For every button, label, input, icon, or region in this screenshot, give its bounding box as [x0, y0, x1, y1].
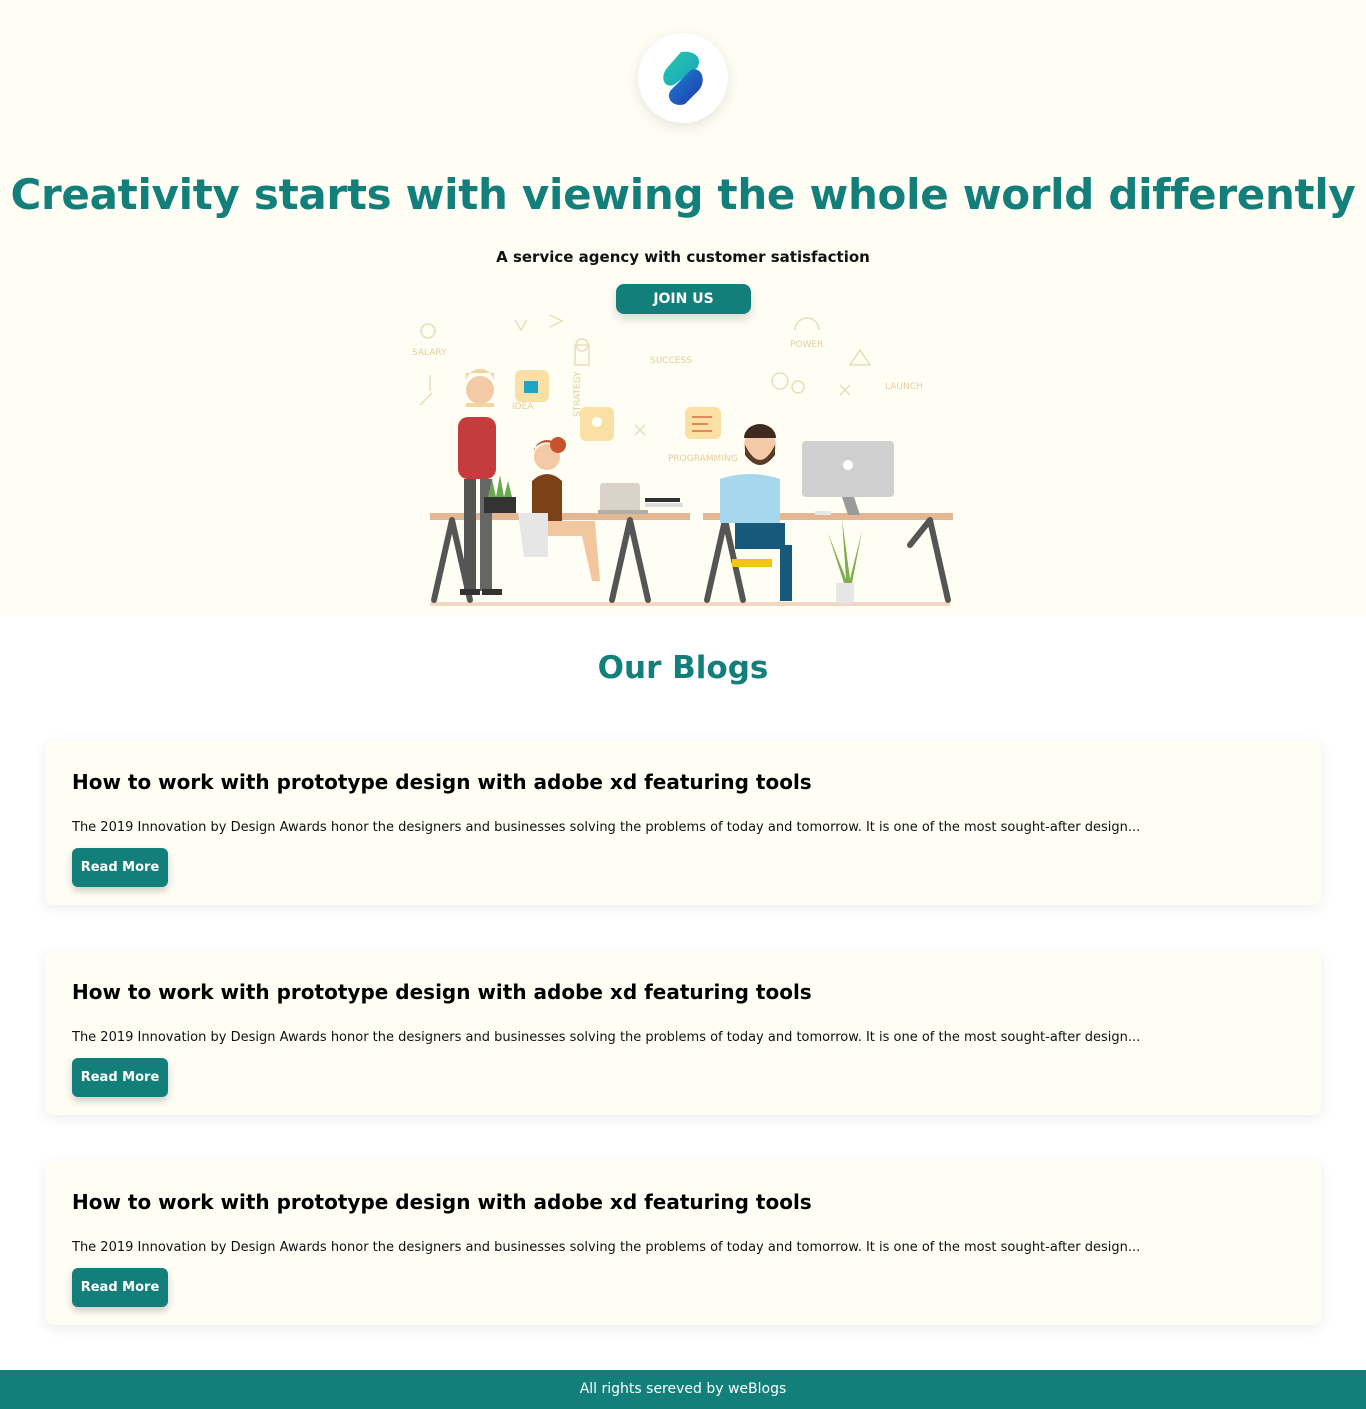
blog-card: How to work with prototype design with a…: [45, 951, 1321, 1115]
hero-title: Creativity starts with viewing the whole…: [10, 170, 1356, 219]
blog-excerpt: The 2019 Innovation by Design Awards hon…: [72, 1030, 1141, 1045]
blog-title[interactable]: How to work with prototype design with a…: [72, 980, 812, 1004]
blogs-heading: Our Blogs: [597, 650, 769, 686]
blog-excerpt: The 2019 Innovation by Design Awards hon…: [72, 820, 1141, 835]
team-workspace-illustration: SALARY SUCCESS POWER LAUNCH STRATEGY IDE…: [412, 314, 953, 606]
standing-man-figure: [458, 368, 502, 595]
blog-title[interactable]: How to work with prototype design with a…: [72, 1190, 812, 1214]
doodle-word: LAUNCH: [885, 382, 923, 392]
read-more-button[interactable]: Read More: [72, 848, 168, 887]
doodle-word: PROGRAMMING: [668, 454, 738, 464]
logo[interactable]: [638, 33, 728, 123]
seated-woman-figure: [518, 437, 600, 581]
blog-title[interactable]: How to work with prototype design with a…: [72, 770, 812, 794]
seated-bearded-man-figure: [720, 424, 792, 601]
brand-s-logo-icon: [663, 51, 703, 105]
read-more-button[interactable]: Read More: [72, 1058, 168, 1097]
doodle-word: POWER: [790, 340, 823, 350]
doodle-word: SUCCESS: [650, 356, 692, 366]
doodle-word: SALARY: [412, 348, 447, 358]
blog-excerpt: The 2019 Innovation by Design Awards hon…: [72, 1240, 1141, 1255]
doodle-word: IDEA: [512, 402, 534, 412]
footer: All rights sereved by weBlogs: [0, 1370, 1366, 1409]
footer-text: All rights sereved by weBlogs: [579, 1381, 787, 1397]
read-more-button[interactable]: Read More: [72, 1268, 168, 1307]
hero-section: Creativity starts with viewing the whole…: [0, 0, 1366, 615]
blog-card: How to work with prototype design with a…: [45, 741, 1321, 905]
blog-card: How to work with prototype design with a…: [45, 1161, 1321, 1325]
join-us-button[interactable]: JOIN US: [616, 284, 751, 314]
hero-subtitle: A service agency with customer satisfact…: [496, 248, 870, 266]
